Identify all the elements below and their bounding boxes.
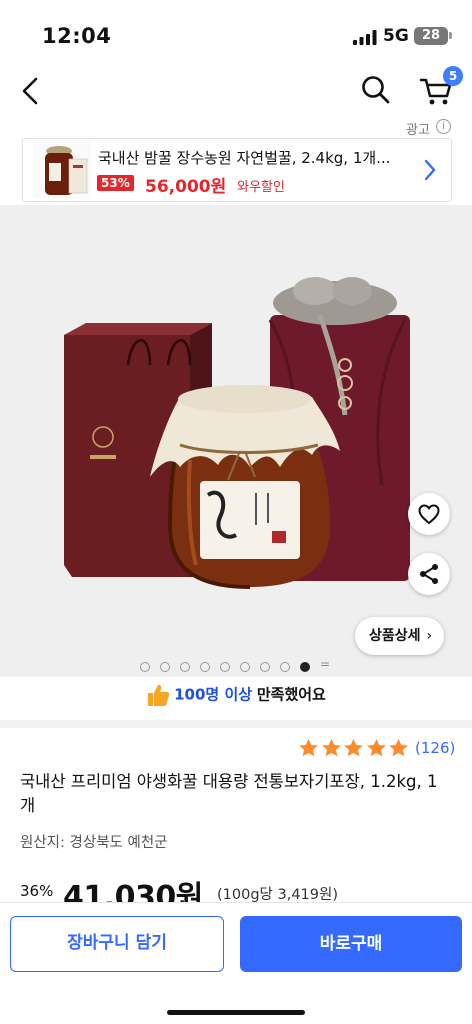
star-icon: [299, 739, 318, 757]
gallery-dot[interactable]: [260, 662, 270, 672]
gallery-dot[interactable]: [280, 662, 290, 672]
product-detail-label: 상품상세: [369, 628, 421, 644]
share-button[interactable]: [408, 553, 450, 595]
info-icon[interactable]: i: [436, 119, 451, 134]
add-to-cart-button[interactable]: 장바구니 담기: [10, 916, 224, 972]
product-detail-button[interactable]: 상품상세 ›: [355, 617, 445, 655]
gallery-dot[interactable]: [140, 662, 150, 672]
gallery-dot[interactable]: [200, 662, 210, 672]
heart-icon: [418, 504, 440, 525]
thumbs-up-icon: [148, 684, 170, 706]
star-icon: [321, 739, 341, 757]
wishlist-button[interactable]: [408, 493, 450, 535]
satisfaction-text: 만족했어요: [256, 685, 326, 704]
cart-count-badge: 5: [443, 66, 463, 86]
star-icon: [344, 739, 363, 757]
battery-nub: [449, 32, 452, 39]
product-origin: 원산지: 경상북도 예천군: [20, 835, 168, 851]
unit-price: (100g당 3,419원): [217, 887, 338, 903]
battery-icon: 28: [414, 27, 448, 45]
top-nav: 5: [0, 66, 472, 116]
gallery-dot[interactable]: [220, 662, 230, 672]
status-bar: 12:04 5G 28: [0, 0, 472, 66]
discount-rate: 36%: [20, 882, 54, 900]
gallery-dot[interactable]: [300, 662, 310, 672]
satisfaction-banner: 100명 이상 만족했어요: [0, 682, 472, 716]
product-title: 국내산 프리미엄 야생화꿀 대용량 전통보자기포장, 1.2kg, 1개: [20, 772, 438, 815]
gallery-dot[interactable]: [160, 662, 170, 672]
ad-title: 국내산 밤꿀 장수농원 자연벌꿀, 2.4kg, 1개...: [98, 149, 391, 167]
signal-icon: [353, 30, 377, 45]
ad-price: 56,000원: [145, 177, 227, 197]
satisfaction-count: 100명 이상: [174, 685, 253, 704]
star-icon: [389, 739, 408, 757]
home-indicator[interactable]: [167, 1010, 305, 1015]
ad-product-thumbnail: [33, 141, 91, 199]
ad-label: 광고: [406, 123, 430, 138]
gallery-dot[interactable]: [180, 662, 190, 672]
status-time: 12:04: [42, 24, 112, 48]
section-divider: [0, 720, 472, 728]
product-photo: [0, 205, 472, 677]
review-count-link[interactable]: (126): [415, 739, 455, 757]
chevron-right-icon[interactable]: [421, 157, 439, 183]
product-image-gallery[interactable]: [0, 205, 472, 677]
back-icon[interactable]: [16, 74, 46, 108]
bottom-action-bar: 장바구니 담기 바로구매: [0, 902, 472, 1024]
ad-discount-badge: 53%: [97, 175, 134, 191]
star-icon: [366, 739, 386, 757]
ad-banner[interactable]: 국내산 밤꿀 장수농원 자연벌꿀, 2.4kg, 1개... 53% 56,00…: [22, 138, 452, 202]
ad-deal-label: 와우할인: [237, 180, 285, 195]
gallery-dot[interactable]: [240, 662, 250, 672]
chevron-right-icon: ›: [426, 628, 433, 644]
network-type: 5G: [383, 26, 409, 46]
search-icon[interactable]: [360, 74, 392, 106]
share-icon: [420, 564, 438, 584]
buy-now-button[interactable]: 바로구매: [240, 916, 462, 972]
gallery-more-indicator: =: [320, 657, 331, 671]
